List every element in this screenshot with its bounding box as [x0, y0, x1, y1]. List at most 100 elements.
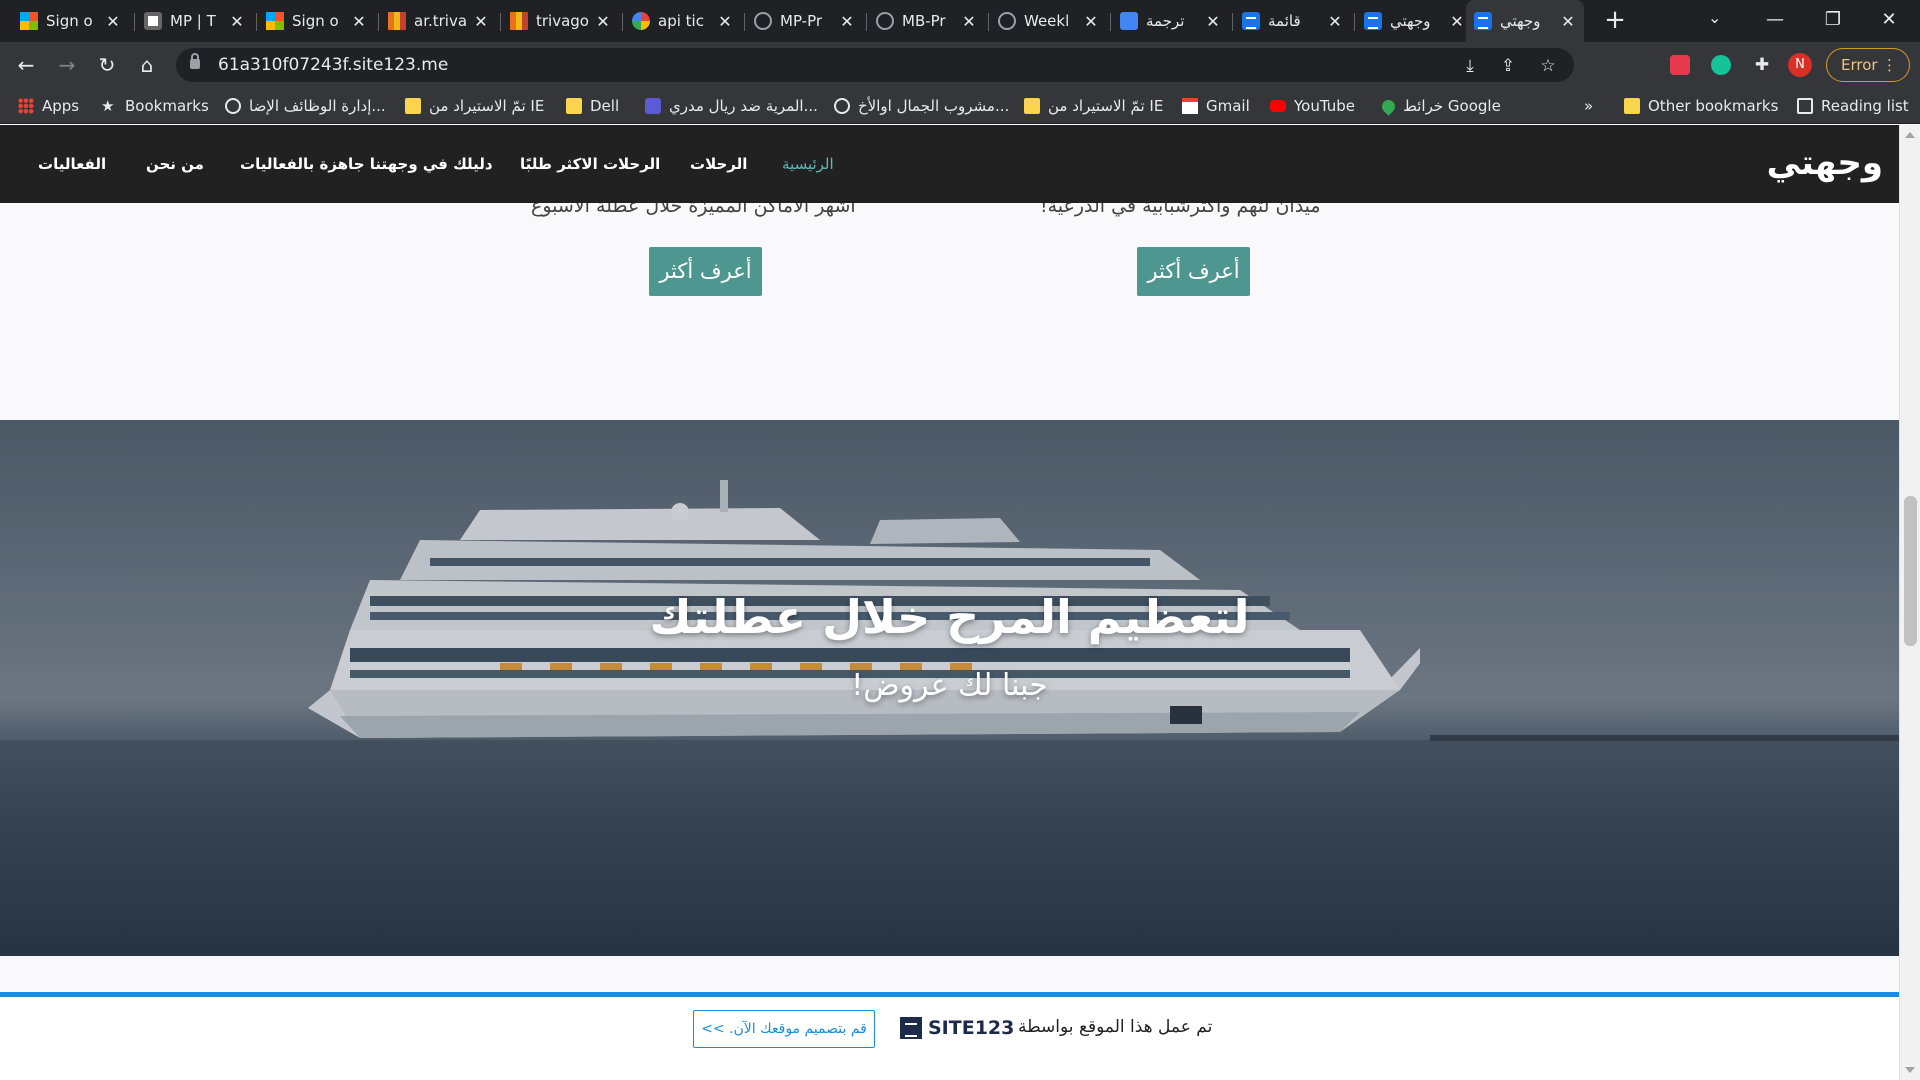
close-window-icon[interactable]: ✕: [1866, 6, 1912, 36]
youtube-icon: [1270, 100, 1286, 112]
browser-tab[interactable]: MB-Pr ✕: [868, 4, 985, 38]
scroll-down-arrow-icon[interactable]: [1905, 1067, 1915, 1073]
browser-tab[interactable]: Sign o ✕: [12, 4, 129, 38]
apps-grid-icon: [18, 98, 34, 114]
close-tab-icon[interactable]: ✕: [1083, 12, 1099, 31]
bookmark-apps[interactable]: Apps: [18, 96, 79, 116]
close-tab-icon[interactable]: ✕: [961, 12, 977, 31]
url-text[interactable]: 61a310f07243f.site123.me: [218, 55, 448, 75]
error-button[interactable]: Error ⋮: [1826, 48, 1910, 82]
tab-title: ترجمة: [1146, 12, 1185, 30]
folder-icon: [405, 98, 421, 114]
bookmark-item[interactable]: مشروب الجمال اوالأخ...: [834, 96, 1009, 116]
share-icon[interactable]: ⇪: [1498, 56, 1518, 76]
browser-tab-strip: Sign o ✕ MP | T ✕ Sign o ✕ ar.triva ✕ tr…: [0, 0, 1920, 42]
nav-events-guide[interactable]: دليلك في وجهتنا جاهزة بالفعاليات: [240, 155, 493, 173]
close-tab-icon[interactable]: ✕: [105, 12, 121, 31]
folder-icon: [566, 98, 582, 114]
browser-tab[interactable]: ترجمة ✕: [1112, 4, 1229, 38]
browser-tab-active[interactable]: وجهتي ✕: [1466, 0, 1584, 42]
tab-title: قائمة: [1268, 12, 1301, 30]
tab-title: Weekl: [1024, 12, 1070, 30]
close-tab-icon[interactable]: ✕: [1560, 12, 1576, 31]
page-scrollbar[interactable]: [1899, 125, 1920, 1080]
close-tab-icon[interactable]: ✕: [1205, 12, 1221, 31]
close-tab-icon[interactable]: ✕: [839, 12, 855, 31]
close-tab-icon[interactable]: ✕: [1449, 12, 1465, 31]
bookmarks-overflow-chevron-icon[interactable]: »: [1584, 96, 1593, 116]
docs-icon: [1242, 12, 1260, 30]
nav-popular-trips[interactable]: الرحلات الاكثر طلبًا: [520, 155, 660, 173]
trello-icon: [144, 12, 162, 30]
scrollbar-thumb[interactable]: [1904, 496, 1917, 646]
close-tab-icon[interactable]: ✕: [1327, 12, 1343, 31]
browser-tab[interactable]: api tic ✕: [624, 4, 741, 38]
tab-title: trivago: [536, 12, 589, 30]
bookmark-folder[interactable]: Dell: [566, 96, 619, 116]
browser-tab[interactable]: Sign o ✕: [258, 4, 375, 38]
lock-icon[interactable]: [190, 53, 200, 69]
site123-logo-icon: [900, 1017, 922, 1039]
reading-list[interactable]: Reading list: [1797, 96, 1909, 116]
build-your-site-button[interactable]: قم بتصميم موقعك الآن. >>: [693, 1010, 875, 1048]
forward-arrow-icon[interactable]: →: [51, 49, 83, 81]
site123-logo[interactable]: SITE123: [900, 1017, 1014, 1039]
tab-title: ar.triva: [414, 12, 468, 30]
profile-avatar[interactable]: N: [1788, 53, 1812, 77]
minimize-window-icon[interactable]: —: [1752, 6, 1798, 36]
bookmark-item[interactable]: المرية ضد ريال مدري...: [645, 96, 818, 116]
other-bookmarks[interactable]: Other bookmarks: [1624, 96, 1778, 116]
pocket-extension-icon[interactable]: [1670, 55, 1690, 75]
browser-tab[interactable]: ar.triva ✕: [380, 4, 497, 38]
browser-tab[interactable]: وجهتي ✕: [1356, 4, 1473, 38]
kebab-menu-icon[interactable]: ⋮: [1882, 49, 1897, 81]
install-app-icon[interactable]: ⤓: [1460, 56, 1480, 76]
site123-brand: SITE123: [928, 1017, 1015, 1039]
browser-tab[interactable]: MP-Pr ✕: [746, 4, 863, 38]
microsoft-icon: [266, 12, 284, 30]
new-tab-button[interactable]: +: [1600, 6, 1630, 36]
nav-about-us[interactable]: من نحن: [146, 155, 204, 173]
learn-more-button[interactable]: أعرف أكثر: [649, 247, 762, 296]
reading-list-icon: [1797, 98, 1813, 114]
bookmark-folder[interactable]: تمّ الاستيراد من IE: [1024, 96, 1163, 116]
tab-search-chevron-icon[interactable]: ⌄: [1708, 8, 1721, 27]
bookmark-google-maps[interactable]: خرائط Google: [1379, 96, 1501, 116]
bookmark-bookmarks[interactable]: ★ Bookmarks: [101, 96, 209, 116]
google-icon: [632, 12, 650, 30]
site-logo[interactable]: وجهتي: [1767, 143, 1883, 183]
close-tab-icon[interactable]: ✕: [717, 12, 733, 31]
bookmark-folder[interactable]: تمّ الاستيراد من IE: [405, 96, 544, 116]
nav-home[interactable]: الرئيسية: [782, 155, 834, 173]
nav-trips[interactable]: الرحلات: [690, 155, 747, 173]
reload-icon[interactable]: ↻: [91, 49, 123, 81]
docs-icon: [1474, 12, 1492, 30]
learn-more-button[interactable]: أعرف أكثر: [1137, 247, 1250, 296]
tab-title: وجهتي: [1390, 12, 1431, 30]
close-tab-icon[interactable]: ✕: [473, 12, 489, 31]
close-tab-icon[interactable]: ✕: [351, 12, 367, 31]
address-bar[interactable]: 61a310f07243f.site123.me ☆ ⇪ ⤓: [176, 48, 1574, 82]
scroll-up-arrow-icon[interactable]: [1905, 132, 1915, 138]
bookmark-star-icon[interactable]: ☆: [1538, 56, 1558, 76]
bookmark-youtube[interactable]: YouTube: [1270, 96, 1355, 116]
github-icon: [876, 12, 894, 30]
close-tab-icon[interactable]: ✕: [595, 12, 611, 31]
extensions-puzzle-icon[interactable]: ✚: [1752, 55, 1772, 75]
maps-icon: [1379, 96, 1398, 116]
browser-tab[interactable]: MP | T ✕: [136, 4, 253, 38]
grammarly-extension-icon[interactable]: [1711, 55, 1731, 75]
home-icon[interactable]: ⌂: [131, 49, 163, 81]
close-tab-icon[interactable]: ✕: [229, 12, 245, 31]
google-translate-icon: [1120, 12, 1138, 30]
error-label: Error: [1841, 56, 1878, 74]
bookmark-gmail[interactable]: Gmail: [1182, 96, 1250, 116]
bookmark-item[interactable]: إدارة الوظائف الإضا...: [225, 96, 386, 116]
back-arrow-icon[interactable]: ←: [10, 49, 42, 81]
restore-window-icon[interactable]: ❐: [1810, 6, 1856, 36]
browser-tab[interactable]: trivago ✕: [502, 4, 619, 38]
browser-tab[interactable]: قائمة ✕: [1234, 4, 1351, 38]
promo-text: تم عمل هذا الموقع بواسطة: [1018, 1017, 1213, 1037]
nav-events[interactable]: الفعاليات: [38, 155, 106, 173]
browser-tab[interactable]: Weekl ✕: [990, 4, 1107, 38]
